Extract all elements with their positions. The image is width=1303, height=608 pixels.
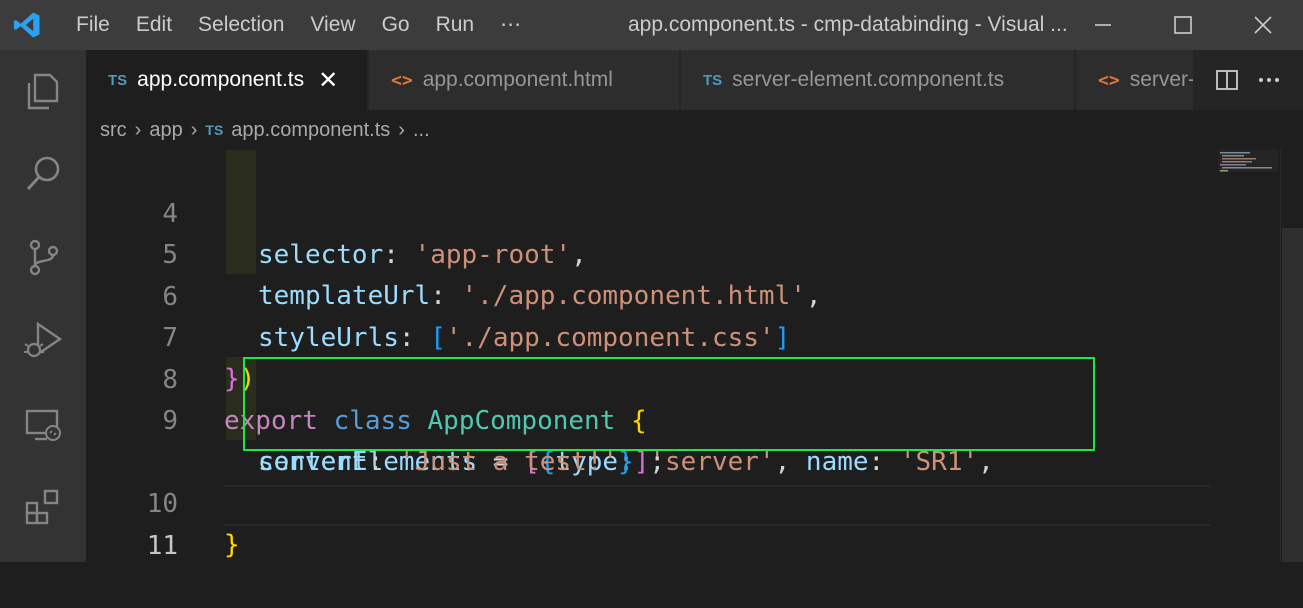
menu-more[interactable]: ⋯ (487, 0, 534, 50)
close-window-button[interactable] (1223, 0, 1303, 50)
split-editor-icon[interactable] (1215, 68, 1239, 92)
window-title: app.component.ts - cmp-databinding - Vis… (628, 13, 1068, 36)
close-icon (1254, 16, 1272, 34)
scrollbar-thumb[interactable] (1282, 228, 1303, 562)
vscode-logo-icon[interactable] (0, 0, 54, 50)
code-editor[interactable]: 4 selector: 'app-root', 5 templateUrl: '… (86, 150, 1280, 562)
editor-tab-bar: TS app.component.ts ✕ <> app.component.h… (86, 50, 1303, 110)
typescript-file-icon: TS (205, 122, 224, 138)
line-number: 11 (146, 531, 178, 561)
code-line-8: 8 export class AppComponent { (86, 319, 1280, 436)
code-line-7: 7 }) (86, 277, 1280, 394)
tab-app-component-html[interactable]: <> app.component.html (369, 50, 679, 110)
remote-explorer-icon[interactable] (20, 402, 66, 448)
menu-edit[interactable]: Edit (123, 0, 185, 50)
menu-view[interactable]: View (297, 0, 368, 50)
code-line-11: 11 (86, 485, 1280, 561)
chevron-right-icon: › (398, 118, 405, 141)
tab-app-component-ts[interactable]: TS app.component.ts ✕ (86, 50, 367, 110)
menu-run[interactable]: Run (423, 0, 488, 50)
breadcrumb: src › app › TS app.component.ts › ... (86, 110, 1303, 150)
tab-label: server- (1129, 68, 1196, 91)
html-file-icon: <> (1098, 69, 1120, 91)
maximize-button[interactable] (1143, 0, 1223, 50)
minimize-button[interactable] (1063, 0, 1143, 50)
search-icon[interactable] (20, 150, 66, 196)
activity-bar (0, 50, 86, 562)
minimize-icon (1095, 24, 1111, 26)
breadcrumb-app[interactable]: app (149, 119, 182, 142)
highlight-box (243, 357, 1095, 451)
window-controls (1063, 0, 1303, 50)
code-line-6: 6 styleUrls: ['./app.component.css'] (86, 236, 1280, 353)
run-debug-icon[interactable] (20, 318, 66, 364)
chevron-right-icon: › (190, 118, 198, 141)
breadcrumb-more[interactable]: ... (413, 119, 430, 142)
close-tab-icon[interactable]: ✕ (318, 66, 338, 95)
menu-file[interactable]: File (54, 0, 123, 50)
explorer-icon[interactable] (20, 68, 66, 114)
menu-bar: File Edit Selection View Go Run ⋯ (54, 0, 534, 50)
breadcrumb-src[interactable]: src (100, 119, 127, 142)
tab-server-element-component-ts[interactable]: TS server-element.component.ts (681, 50, 1074, 110)
extensions-icon[interactable] (20, 484, 66, 530)
code-line-5: 5 templateUrl: './app.component.html', (86, 194, 1280, 311)
typescript-file-icon: TS (108, 71, 128, 89)
title-bar: File Edit Selection View Go Run ⋯ app.co… (0, 0, 1303, 50)
code-line-4: 4 selector: 'app-root', (86, 153, 1280, 270)
chevron-right-icon: › (134, 118, 142, 141)
minimap[interactable] (1216, 150, 1280, 180)
tab-server-element-html[interactable]: <> server- (1076, 50, 1206, 110)
menu-go[interactable]: Go (369, 0, 423, 50)
typescript-file-icon: TS (703, 71, 723, 89)
menu-selection[interactable]: Selection (185, 0, 297, 50)
tab-actions (1193, 50, 1303, 110)
breadcrumb-file[interactable]: app.component.ts (231, 119, 390, 142)
tab-label: app.component.ts (137, 68, 305, 91)
tab-label: server-element.component.ts (732, 68, 1005, 91)
maximize-icon (1174, 16, 1192, 34)
source-control-icon[interactable] (20, 234, 66, 280)
tab-label: app.component.html (422, 68, 613, 91)
html-file-icon: <> (391, 69, 413, 91)
more-actions-icon[interactable] (1257, 68, 1281, 92)
